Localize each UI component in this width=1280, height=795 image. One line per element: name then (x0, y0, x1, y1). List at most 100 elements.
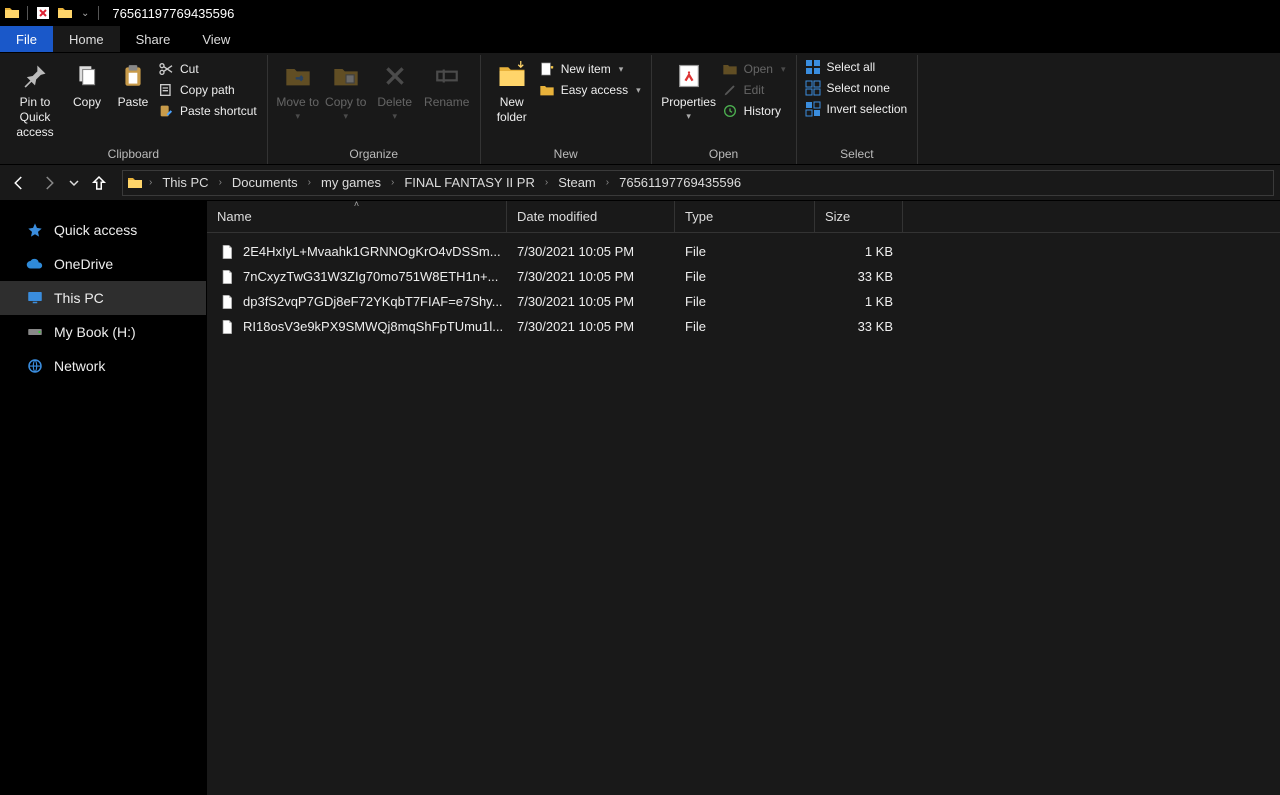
cloud-icon (26, 255, 44, 273)
select-all-button[interactable]: Select all (805, 59, 908, 75)
delete-label: Delete (377, 95, 412, 110)
monitor-icon (26, 289, 44, 307)
recent-locations-button[interactable] (66, 170, 82, 196)
new-folder-label: New folder (489, 95, 535, 125)
chevron-right-icon[interactable]: › (306, 177, 313, 188)
nav-quick-access[interactable]: Quick access (0, 213, 206, 247)
breadcrumb-item[interactable]: Steam (554, 175, 600, 190)
open-button[interactable]: Open ▾ (722, 61, 786, 77)
file-icon (219, 269, 235, 285)
file-icon (219, 294, 235, 310)
properties-button[interactable]: Properties ▾ (658, 57, 720, 122)
new-item-button[interactable]: New item ▾ (539, 61, 641, 77)
rename-label: Rename (424, 95, 469, 110)
nav-network[interactable]: Network (0, 349, 206, 383)
paste-shortcut-button[interactable]: Paste shortcut (158, 103, 257, 119)
history-button[interactable]: History (722, 103, 786, 119)
invert-selection-button[interactable]: Invert selection (805, 101, 908, 117)
copy-path-label: Copy path (180, 83, 235, 97)
chevron-right-icon[interactable]: › (604, 177, 611, 188)
chevron-right-icon[interactable]: › (543, 177, 550, 188)
paste-icon (118, 61, 148, 91)
group-open: Properties ▾ Open ▾ Edit (652, 55, 797, 164)
titlebar-separator-2 (98, 6, 99, 20)
chevron-right-icon[interactable]: › (217, 177, 224, 188)
back-button[interactable] (6, 170, 32, 196)
easy-access-button[interactable]: Easy access ▾ (539, 82, 641, 98)
nav-label: Network (54, 358, 105, 374)
address-bar[interactable]: › This PC › Documents › my games › FINAL… (122, 170, 1274, 196)
nav-my-book[interactable]: My Book (H:) (0, 315, 206, 349)
nav-onedrive[interactable]: OneDrive (0, 247, 206, 281)
select-none-button[interactable]: Select none (805, 80, 908, 96)
breadcrumb-item[interactable]: my games (317, 175, 385, 190)
new-folder-button[interactable]: New folder (487, 57, 537, 125)
chevron-right-icon[interactable]: › (389, 177, 396, 188)
edit-icon (722, 82, 738, 98)
tab-view[interactable]: View (186, 26, 246, 52)
breadcrumb-label: This PC (162, 175, 208, 190)
tab-share[interactable]: Share (120, 26, 187, 52)
paste-button[interactable]: Paste (110, 57, 156, 110)
group-organize-label: Organize (274, 145, 474, 164)
nav-label: OneDrive (54, 256, 113, 272)
file-rows: 2E4HxIyL+Mvaahk1GRNNOgKrO4vDSSm...7/30/2… (207, 233, 1280, 339)
up-button[interactable] (86, 170, 112, 196)
file-row[interactable]: RI18osV3e9kPX9SMWQj8mqShFpTUmu1l...7/30/… (207, 314, 1280, 339)
file-date: 7/30/2021 10:05 PM (507, 244, 675, 259)
breadcrumb-item[interactable]: FINAL FANTASY II PR (400, 175, 539, 190)
group-clipboard-label: Clipboard (6, 145, 261, 164)
edit-button[interactable]: Edit (722, 82, 786, 98)
forward-button[interactable] (36, 170, 62, 196)
copy-button[interactable]: Copy (64, 57, 110, 110)
copy-to-button[interactable]: Copy to ▾ (322, 57, 370, 122)
copy-to-label: Copy to (325, 95, 366, 110)
select-none-label: Select none (827, 81, 890, 95)
copy-path-button[interactable]: Copy path (158, 82, 257, 98)
rename-button[interactable]: Rename (420, 57, 474, 110)
file-icon (219, 244, 235, 260)
col-date[interactable]: Date modified (507, 201, 675, 232)
file-type: File (675, 319, 815, 334)
paste-shortcut-icon (158, 103, 174, 119)
breadcrumb-item[interactable]: Documents (228, 175, 302, 190)
file-row[interactable]: dp3fS2vqP7GDj8eF72YKqbT7FIAF=e7Shy...7/3… (207, 289, 1280, 314)
delete-button[interactable]: Delete ▾ (370, 57, 420, 122)
breadcrumb-item[interactable]: This PC (158, 175, 212, 190)
qat-pin-icon[interactable] (35, 5, 51, 21)
select-all-label: Select all (827, 60, 876, 74)
col-name-label: Name (217, 209, 252, 224)
file-row[interactable]: 7nCxyzTwG31W3ZIg70mo751W8ETH1n+...7/30/2… (207, 264, 1280, 289)
col-type-label: Type (685, 209, 713, 224)
tab-home[interactable]: Home (53, 26, 120, 52)
pin-quick-access-button[interactable]: Pin to Quick access (6, 57, 64, 140)
tab-file[interactable]: File (0, 26, 53, 52)
qat-folder-icon[interactable] (57, 5, 73, 21)
cut-button[interactable]: Cut (158, 61, 257, 77)
file-type: File (675, 294, 815, 309)
col-size[interactable]: Size (815, 201, 903, 232)
breadcrumb-item[interactable]: 76561197769435596 (615, 175, 745, 190)
properties-label: Properties (661, 95, 716, 110)
ribbon-tabs: File Home Share View (0, 26, 1280, 53)
file-date: 7/30/2021 10:05 PM (507, 319, 675, 334)
col-name[interactable]: ˄ Name (207, 201, 507, 232)
easy-access-label: Easy access (561, 83, 628, 97)
chevron-right-icon[interactable]: › (147, 177, 154, 188)
col-type[interactable]: Type (675, 201, 815, 232)
qat-customize-caret[interactable]: ⌄ (79, 8, 91, 19)
paste-shortcut-label: Paste shortcut (180, 104, 257, 118)
open-icon (722, 61, 738, 77)
move-to-button[interactable]: Move to ▾ (274, 57, 322, 122)
file-icon (219, 319, 235, 335)
edit-label: Edit (744, 83, 765, 97)
select-all-icon (805, 59, 821, 75)
nav-label: My Book (H:) (54, 324, 136, 340)
star-icon (26, 221, 44, 239)
chevron-down-icon: ▾ (343, 111, 348, 122)
nav-this-pc[interactable]: This PC (0, 281, 206, 315)
new-folder-icon (497, 61, 527, 91)
file-row[interactable]: 2E4HxIyL+Mvaahk1GRNNOgKrO4vDSSm...7/30/2… (207, 239, 1280, 264)
group-select: Select all Select none Invert selection … (797, 55, 919, 164)
new-item-icon (539, 61, 555, 77)
